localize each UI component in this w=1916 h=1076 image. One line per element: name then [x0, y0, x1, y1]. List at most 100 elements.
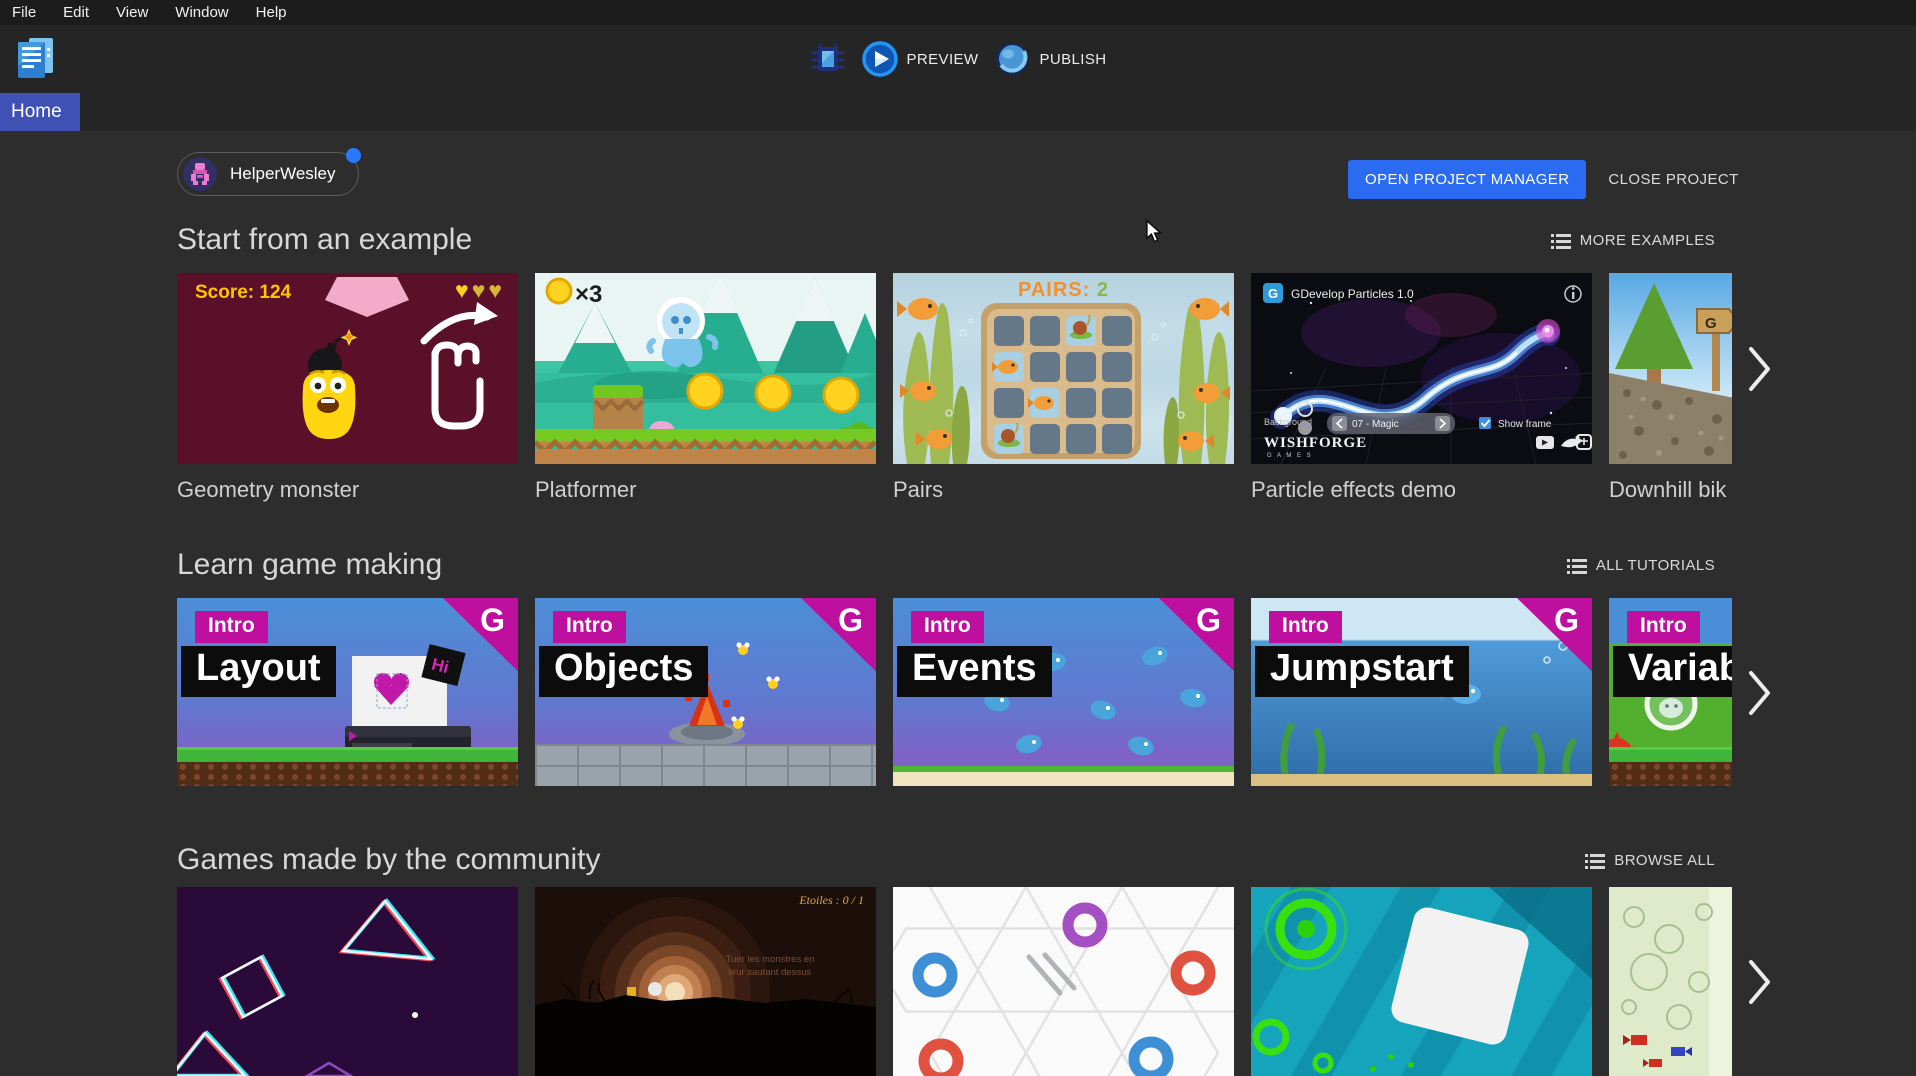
browse-all-button[interactable]: BROWSE ALL — [1585, 852, 1715, 869]
community-card-hexagons[interactable] — [893, 887, 1234, 1076]
debug-icon — [810, 40, 846, 78]
community-card-bubbles[interactable] — [1609, 887, 1732, 1076]
downhill-bike-thumbnail: G — [1609, 273, 1732, 464]
twitter-icon[interactable] — [1561, 436, 1582, 447]
tutorial-jumpstart-thumbnail: G Intro Jumpstart — [1251, 598, 1592, 786]
community-bubbles-thumbnail — [1609, 887, 1732, 1076]
more-examples-button[interactable]: MORE EXAMPLES — [1551, 232, 1715, 249]
examples-next-arrow[interactable] — [1747, 345, 1773, 393]
community-neon-thumbnail — [177, 887, 518, 1076]
grass-strip — [177, 747, 518, 762]
tutorial-card-events[interactable]: G Intro Events — [893, 598, 1234, 786]
list-icon — [1551, 233, 1571, 249]
tutorials-section-header: Learn game making ALL TUTORIALS — [177, 548, 1715, 582]
tutorial-tag: Intro — [1627, 611, 1700, 643]
wishforge-brand-sub: G A M E S — [1267, 453, 1313, 459]
coin-counter: ×3 — [575, 281, 602, 309]
close-project-button[interactable]: CLOSE PROJECT — [1604, 160, 1742, 199]
gdevelop-logo: G — [1554, 602, 1579, 639]
heart-icon: ♥ — [488, 277, 505, 303]
grass-strip — [1609, 747, 1732, 762]
play-icon — [862, 41, 898, 77]
tutorial-card-objects[interactable]: G Intro Objects — [535, 598, 876, 786]
tutorial-card-jumpstart[interactable]: G Intro Jumpstart — [1251, 598, 1592, 786]
hint-line-2: leur sautant dessus — [710, 966, 830, 979]
menu-view[interactable]: View — [116, 4, 148, 21]
example-card-title: Geometry monster — [177, 477, 518, 503]
example-card-title: Downhill bik — [1609, 477, 1732, 503]
tutorials-next-arrow[interactable] — [1747, 669, 1773, 717]
menu-file[interactable]: File — [12, 4, 36, 21]
menu-window[interactable]: Window — [175, 4, 228, 21]
pairs-value: 2 — [1097, 279, 1109, 301]
effect-name: 07 - Magic — [1352, 419, 1399, 430]
debug-button[interactable] — [810, 40, 846, 78]
more-examples-label: MORE EXAMPLES — [1580, 232, 1715, 249]
tutorial-card-layout[interactable]: Hi G Intro Layout — [177, 598, 518, 786]
example-card-title: Platformer — [535, 477, 876, 503]
community-sunset-thumbnail: Etoiles : 0 / 1 Tuer les monstres en leu… — [535, 887, 876, 1076]
tutorial-tag: Intro — [911, 611, 984, 643]
example-card-pairs[interactable]: PAIRS: 2 Pairs — [893, 273, 1234, 503]
score-text: Score: 124 — [195, 282, 291, 304]
community-row: Etoiles : 0 / 1 Tuer les monstres en leu… — [177, 887, 1732, 1076]
sand-strip — [893, 766, 1234, 786]
main-toolbar: PREVIEW PUBLISH — [0, 25, 1916, 93]
next-effect-icon[interactable] — [1435, 416, 1450, 431]
all-tutorials-button[interactable]: ALL TUTORIALS — [1567, 557, 1715, 574]
profile-chip[interactable]: HelperWesley — [177, 152, 359, 196]
example-card-title: Particle effects demo — [1251, 477, 1592, 503]
publish-globe-icon — [994, 41, 1030, 77]
hint-text: Tuer les monstres en leur sautant dessus — [710, 953, 830, 979]
project-files-icon[interactable] — [14, 36, 56, 85]
community-card-sunset[interactable]: Etoiles : 0 / 1 Tuer les monstres en leu… — [535, 887, 876, 1076]
dirt-strip — [177, 762, 518, 786]
example-card-geometry-monster[interactable]: Score: 124 ♥♥♥ Geometry monster — [177, 273, 518, 503]
tab-home[interactable]: Home — [0, 93, 80, 131]
example-card-particle-demo[interactable]: G GDevelop Particles 1.0 Background 07 - — [1251, 273, 1592, 503]
example-card-downhill-bike[interactable]: G Downhill bik — [1609, 273, 1732, 503]
tab-strip: Home — [0, 93, 1916, 131]
show-frame-checkbox[interactable] — [1479, 417, 1491, 429]
all-tutorials-label: ALL TUTORIALS — [1596, 557, 1715, 574]
dirt-strip — [1609, 762, 1732, 786]
pairs-label: PAIRS: — [1018, 279, 1090, 301]
community-teal-thumbnail — [1251, 887, 1592, 1076]
brick-strip — [535, 744, 876, 786]
menu-edit[interactable]: Edit — [63, 4, 89, 21]
gdevelop-logo: G — [480, 602, 505, 639]
publish-button[interactable]: PUBLISH — [994, 41, 1106, 77]
open-project-manager-button[interactable]: OPEN PROJECT MANAGER — [1348, 160, 1586, 199]
lives-hearts: ♥♥♥ — [455, 277, 505, 304]
tab-home-label: Home — [11, 101, 62, 123]
tutorials-title: Learn game making — [177, 548, 1715, 582]
community-hexagons-thumbnail — [893, 887, 1234, 1076]
avatar — [183, 157, 217, 191]
tutorial-word: Variab — [1613, 646, 1732, 697]
example-card-platformer[interactable]: ×3 Platformer — [535, 273, 876, 503]
examples-section-header: Start from an example MORE EXAMPLES — [177, 223, 1715, 257]
pairs-thumbnail: PAIRS: 2 — [893, 273, 1234, 464]
youtube-icon[interactable] — [1536, 436, 1554, 449]
browse-all-label: BROWSE ALL — [1614, 852, 1715, 869]
preview-label: PREVIEW — [907, 51, 979, 68]
community-card-neon-shapes[interactable] — [177, 887, 518, 1076]
pairs-status: PAIRS: 2 — [893, 279, 1234, 302]
info-icon[interactable] — [1565, 286, 1581, 302]
tutorial-word: Objects — [539, 646, 708, 697]
tutorial-tag: Intro — [1269, 611, 1342, 643]
tutorial-card-variables[interactable]: +1 Intro Variab — [1609, 598, 1732, 786]
prev-effect-icon[interactable] — [1332, 416, 1347, 431]
community-next-arrow[interactable] — [1747, 958, 1773, 1006]
platformer-thumbnail: ×3 — [535, 273, 876, 464]
geometry-monster-thumbnail: Score: 124 ♥♥♥ — [177, 273, 518, 464]
username: HelperWesley — [230, 164, 336, 184]
community-card-teal-rings[interactable] — [1251, 887, 1592, 1076]
tutorial-events-thumbnail: G Intro Events — [893, 598, 1234, 786]
gdevelop-logo-letter: G — [1268, 286, 1278, 301]
list-icon — [1567, 558, 1587, 574]
community-section-header: Games made by the community BROWSE ALL — [177, 843, 1715, 877]
menu-help[interactable]: Help — [256, 4, 287, 21]
preview-button[interactable]: PREVIEW — [862, 41, 979, 77]
community-title: Games made by the community — [177, 843, 1715, 877]
